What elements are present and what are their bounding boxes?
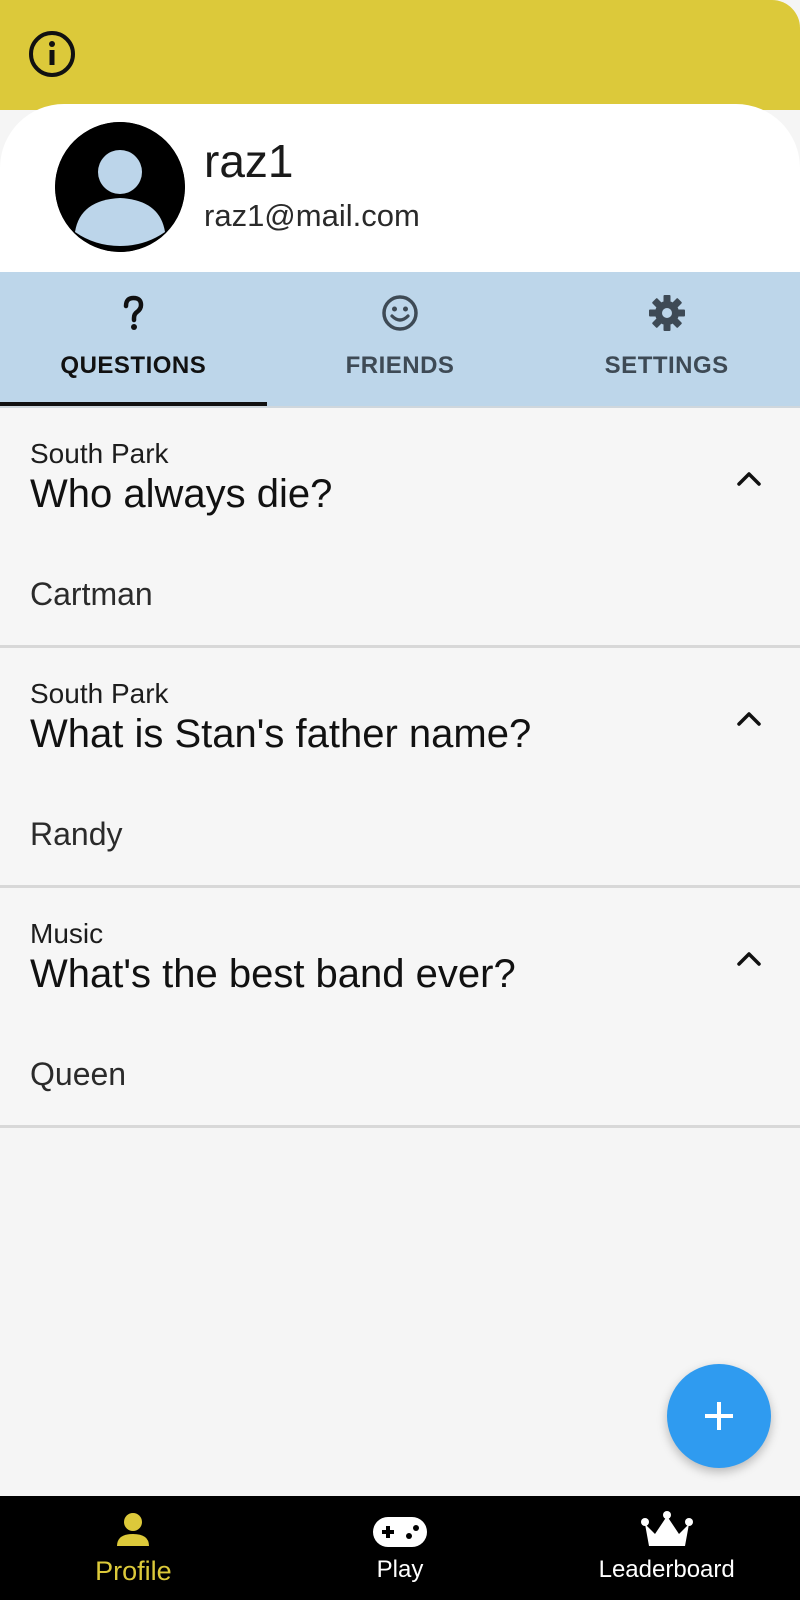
- profile-card: raz1 raz1@mail.com: [0, 104, 800, 272]
- nav-leaderboard[interactable]: Leaderboard: [533, 1496, 800, 1600]
- question-list: South Park Who always die? Cartman South…: [0, 408, 800, 1128]
- tab-settings[interactable]: SETTINGS: [533, 272, 800, 406]
- user-email: raz1@mail.com: [204, 198, 420, 233]
- question-answer: Cartman: [30, 576, 153, 612]
- question-text: Who always die?: [30, 472, 333, 516]
- question-category: Music: [30, 918, 104, 949]
- question-category: South Park: [30, 438, 169, 469]
- gamepad-icon: [370, 1510, 430, 1552]
- tab-questions[interactable]: QUESTIONS: [0, 272, 267, 406]
- person-icon: [103, 1510, 163, 1552]
- gear-icon: [646, 292, 688, 334]
- nav-profile-label: Profile: [95, 1556, 172, 1586]
- app-root: raz1 raz1@mail.com QUESTIONS FRIENDS SET…: [0, 0, 800, 1600]
- tab-settings-label: SETTINGS: [604, 352, 729, 379]
- bottom-navigation: Profile Play Leaderboard: [0, 1496, 800, 1600]
- tab-friends-label: FRIENDS: [345, 352, 455, 379]
- chevron-up-icon[interactable]: [734, 704, 764, 734]
- chevron-up-icon[interactable]: [734, 464, 764, 494]
- question-category: South Park: [30, 678, 169, 709]
- question-text: What's the best band ever?: [30, 952, 516, 996]
- tab-bar: QUESTIONS FRIENDS SETTINGS: [0, 272, 800, 406]
- info-button[interactable]: [26, 28, 78, 80]
- smiley-icon: [379, 292, 421, 334]
- question-item[interactable]: Music What's the best band ever? Queen: [0, 888, 800, 1128]
- add-question-button[interactable]: [667, 1364, 771, 1468]
- header-band: [0, 0, 800, 110]
- nav-play-label: Play: [376, 1556, 424, 1583]
- question-answer: Queen: [30, 1056, 127, 1092]
- info-icon: [29, 31, 75, 77]
- crown-icon: [637, 1510, 697, 1552]
- nav-leaderboard-label: Leaderboard: [598, 1556, 735, 1583]
- question-answer: Randy: [30, 816, 123, 852]
- question-item[interactable]: South Park Who always die? Cartman: [0, 408, 800, 648]
- nav-play[interactable]: Play: [267, 1496, 534, 1600]
- question-mark-icon: [112, 292, 154, 334]
- chevron-up-icon[interactable]: [734, 944, 764, 974]
- username: raz1: [204, 135, 294, 187]
- question-text: What is Stan's father name?: [30, 712, 532, 756]
- plus-icon: [705, 1402, 733, 1430]
- avatar-person-icon: [55, 122, 185, 252]
- avatar[interactable]: [55, 122, 185, 252]
- question-item[interactable]: South Park What is Stan's father name? R…: [0, 648, 800, 888]
- tab-friends[interactable]: FRIENDS: [267, 272, 534, 406]
- tab-questions-label: QUESTIONS: [60, 352, 207, 379]
- nav-profile[interactable]: Profile: [0, 1496, 267, 1600]
